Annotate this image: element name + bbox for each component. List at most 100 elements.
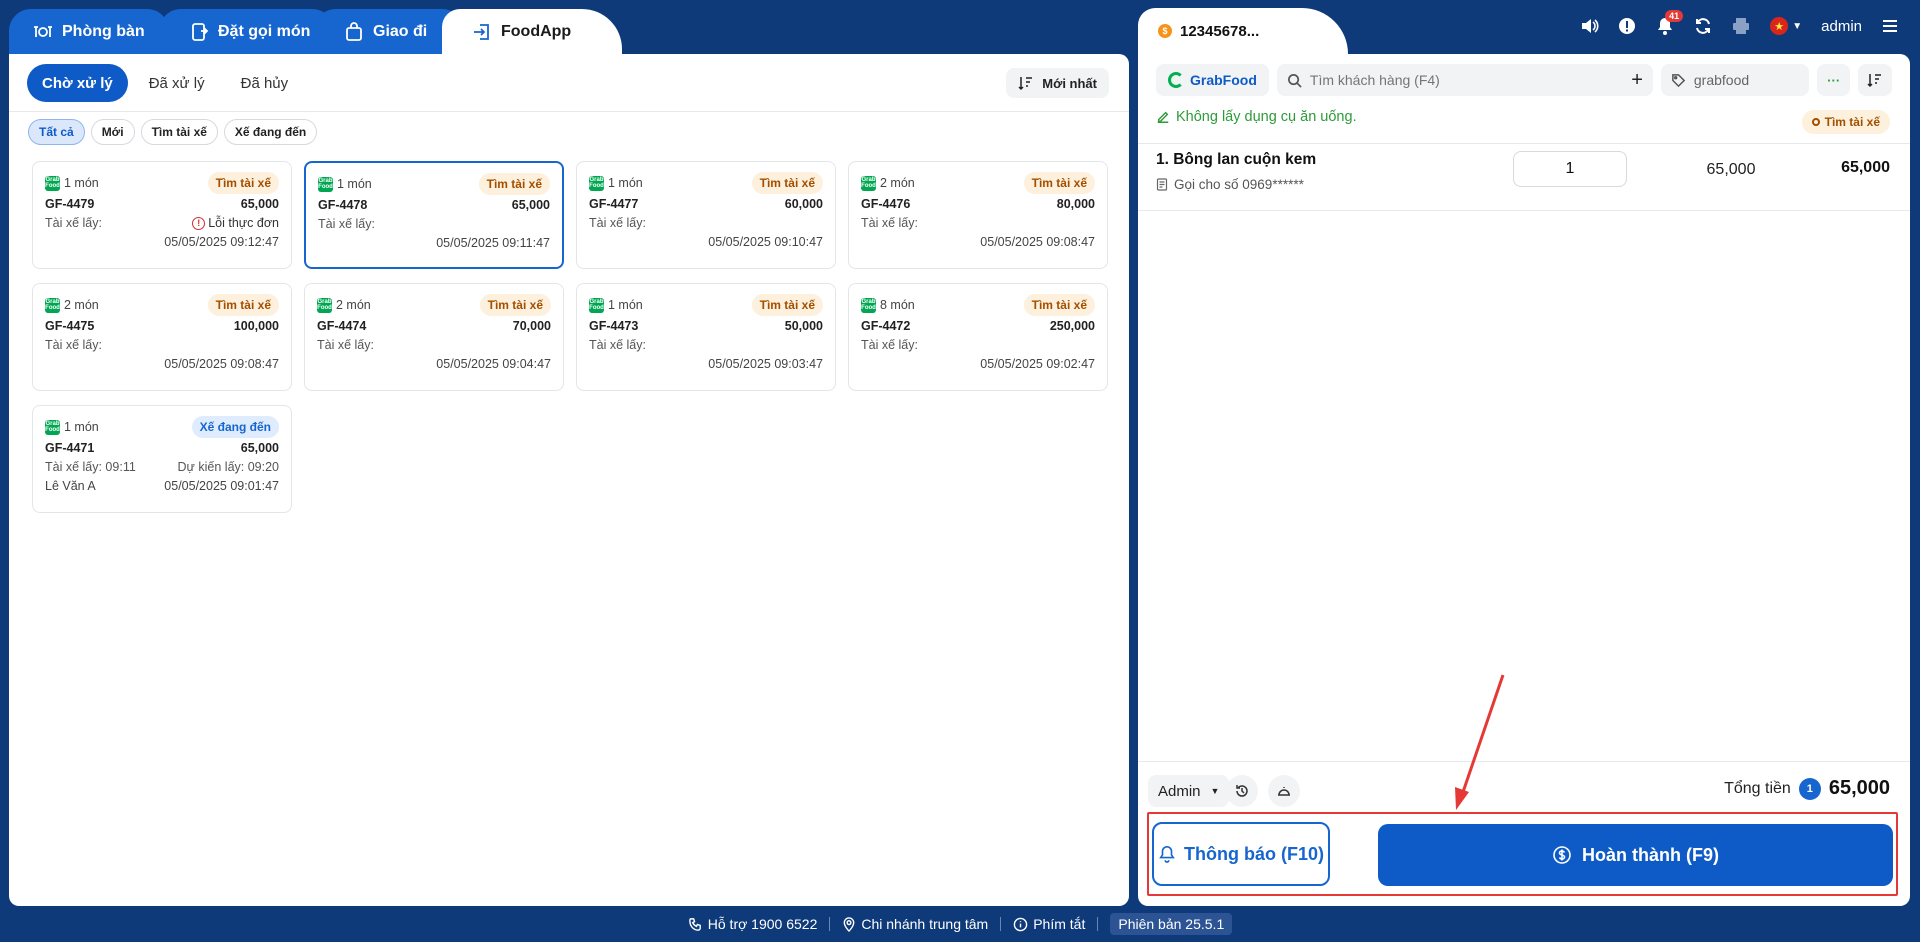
driver-label: Tài xế lấy: (589, 338, 646, 352)
sort-items-button[interactable] (1858, 64, 1892, 96)
coin-icon: $ (1158, 24, 1172, 38)
grabfood-icon (1168, 72, 1184, 88)
chip-new[interactable]: Mới (90, 119, 135, 145)
top-toolbar: 41 ★ ▼ admin (1579, 10, 1900, 40)
tab-order[interactable]: Đặt gọi món (159, 9, 334, 54)
note-icon (1156, 178, 1168, 191)
total-value: 65,000 (1828, 777, 1890, 799)
grabfood-logo-icon: Grab Food (589, 175, 604, 191)
alert-icon[interactable] (1617, 16, 1637, 36)
order-amount: 80,000 (1056, 197, 1095, 211)
branch-selector[interactable]: Chi nhánh trung tâm (842, 916, 988, 932)
shortcuts-link[interactable]: Phím tắt (1013, 916, 1085, 932)
item-price: 65,000 (1706, 161, 1756, 178)
order-card[interactable]: Grab Food 1 món Tìm tài xế GF-4477 60,000 Tà… (576, 161, 836, 269)
refresh-icon[interactable] (1693, 16, 1713, 36)
order-card[interactable]: Grab Food 2 món Tìm tài xế GF-4474 70,000 Tà… (304, 283, 564, 391)
order-code: GF-4472 (861, 319, 911, 333)
item-count: 2 món (64, 298, 99, 312)
grabfood-logo-icon: Grab Food (318, 176, 333, 192)
grabfood-logo-icon: Grab Food (45, 297, 60, 313)
separator (829, 917, 831, 931)
search-icon (1287, 73, 1302, 88)
customer-search-input[interactable] (1309, 72, 1624, 88)
history-button[interactable] (1226, 775, 1258, 807)
add-customer-icon[interactable]: + (1631, 69, 1643, 92)
driver-label: Tài xế lấy: (45, 338, 102, 352)
order-card[interactable]: Grab Food 1 món Tìm tài xế GF-4473 50,000 Tà… (576, 283, 836, 391)
driver-label: Tài xế lấy: (318, 217, 375, 231)
status-badge: Tìm tài xế (751, 172, 823, 194)
divider (1138, 761, 1910, 762)
tag-field[interactable]: grabfood (1660, 64, 1809, 96)
tab-label: Giao đi (373, 22, 428, 40)
chip-finding-driver[interactable]: Tìm tài xế (140, 119, 218, 145)
order-detail-tab[interactable]: $ 12345678... (1138, 8, 1348, 54)
sort-button[interactable]: Mới nhất (1006, 68, 1109, 98)
status-tab-processed[interactable]: Đã xử lý (134, 64, 220, 102)
more-button[interactable]: ··· (1816, 64, 1851, 96)
channel-button[interactable]: GrabFood (1156, 64, 1269, 96)
order-total: Tổng tiền 1 65,000 (1724, 777, 1890, 800)
order-card[interactable]: Grab Food 1 món Xế đang đến GF-4471 65,000 T… (32, 405, 292, 513)
staff-selector[interactable]: Admin ▼ (1148, 775, 1230, 807)
divider (1138, 143, 1910, 144)
expected-pickup: Dự kiến lấy: 09:20 (177, 460, 279, 474)
item-count: 1 món (608, 176, 643, 190)
order-code: GF-4473 (589, 319, 639, 333)
order-time: 05/05/2025 09:08:47 (164, 357, 279, 371)
order-card[interactable]: Grab Food 2 món Tìm tài xế GF-4475 100,000 T… (32, 283, 292, 391)
grabfood-logo-icon: Grab Food (861, 297, 876, 313)
staff-name: Admin (1158, 782, 1201, 800)
tab-foodapp[interactable]: FoodApp (442, 9, 622, 54)
sort-icon (1867, 74, 1882, 88)
status-tab-cancelled[interactable]: Đã hủy (226, 64, 304, 102)
order-time: 05/05/2025 09:01:47 (164, 479, 279, 493)
grabfood-logo-icon: Grab Food (589, 297, 604, 313)
dollar-circle-icon (1553, 846, 1571, 864)
order-time: 05/05/2025 09:03:47 (708, 357, 823, 371)
order-detail-title: 12345678... (1180, 22, 1260, 40)
notify-button[interactable]: Thông báo (F10) (1152, 822, 1330, 886)
chip-driver-arriving[interactable]: Xế đang đến (223, 119, 318, 145)
status-tab-pending[interactable]: Chờ xử lý (27, 64, 128, 102)
separator (1000, 917, 1002, 931)
order-detail-panel: GrabFood + grabfood ··· Không lấy dụng c… (1138, 54, 1910, 906)
item-count: 2 món (336, 298, 371, 312)
order-card[interactable]: Grab Food 8 món Tìm tài xế GF-4472 250,000 T… (848, 283, 1108, 391)
order-items: Grab Food 1 món (45, 175, 99, 191)
tag-placeholder: grabfood (1693, 72, 1750, 88)
shortcuts-text: Phím tắt (1033, 916, 1086, 932)
order-amount: 250,000 (1049, 319, 1095, 333)
printer-icon[interactable] (1731, 16, 1751, 36)
tab-tables[interactable]: Phòng bàn (9, 9, 169, 54)
complete-button[interactable]: Hoàn thành (F9) (1378, 824, 1893, 886)
language-selector[interactable]: ★ ▼ (1769, 16, 1803, 36)
menu-icon[interactable] (1880, 16, 1900, 36)
order-card[interactable]: Grab Food 2 món Tìm tài xế GF-4476 80,000 Tà… (848, 161, 1108, 269)
bell-icon[interactable]: 41 (1655, 10, 1684, 36)
grabfood-logo-icon: Grab Food (317, 297, 332, 313)
order-amount: 65,000 (240, 197, 279, 211)
order-card[interactable]: Grab Food 1 món Tìm tài xế GF-4478 65,000 Tà… (304, 161, 564, 269)
order-code: GF-4471 (45, 441, 95, 455)
info-icon (1013, 917, 1028, 931)
volume-icon[interactable] (1579, 16, 1599, 36)
error-text: Lỗi thực đơn (208, 216, 279, 230)
chip-all[interactable]: Tất cả (28, 119, 85, 145)
status-badge: Tìm tài xế (1023, 294, 1095, 316)
filter-chips: Tất cả Mới Tìm tài xế Xế đang đến (28, 119, 318, 145)
tab-label: Đặt gọi món (218, 22, 311, 40)
quantity-input[interactable]: 1 (1513, 151, 1627, 187)
order-card[interactable]: Grab Food 1 món Tìm tài xế GF-4479 65,000 Tà… (32, 161, 292, 269)
order-line-item[interactable]: 1. Bông lan cuộn kem Gọi cho số 0969****… (1156, 151, 1890, 211)
order-time: 05/05/2025 09:10:47 (708, 235, 823, 249)
support-link[interactable]: Hỗ trợ 1900 6522 (688, 916, 817, 932)
tab-label: Phòng bàn (62, 22, 145, 40)
order-code: GF-4479 (45, 197, 95, 211)
status-badge: Tìm tài xế (479, 294, 551, 316)
order-amount: 60,000 (784, 197, 823, 211)
user-name[interactable]: admin (1821, 18, 1862, 35)
dish-cover-button[interactable] (1268, 775, 1300, 807)
edit-icon (1157, 111, 1169, 123)
